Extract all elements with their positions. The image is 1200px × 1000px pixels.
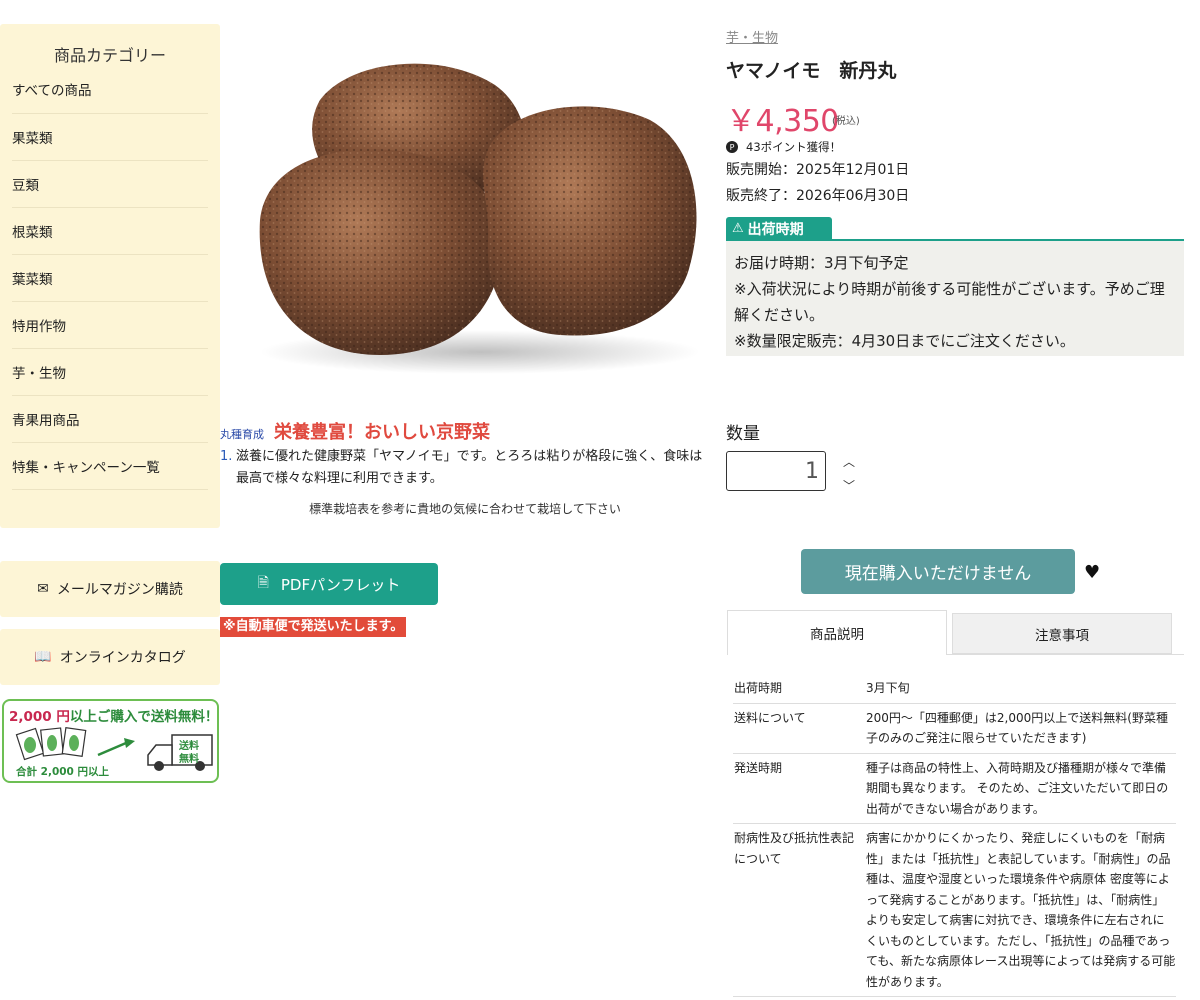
points-info: P 43ポイント獲得！ bbox=[726, 139, 841, 155]
category-item-all[interactable]: すべての商品 bbox=[12, 64, 208, 114]
tab-notes[interactable]: 注意事項 bbox=[952, 613, 1172, 654]
chevron-down-icon[interactable]: ﹀ bbox=[840, 479, 858, 493]
free-shipping-total-label: 合計 2,000 円以上 bbox=[16, 766, 110, 778]
product-title: ヤマノイモ 新丹丸 bbox=[726, 60, 897, 82]
spec-row: 出荷時期 3月下旬 bbox=[733, 674, 1176, 704]
feature-list: 1. 滋養に優れた健康野菜「ヤマノイモ」です。とろろは粘りが格段に強く、食味は最… bbox=[220, 446, 710, 490]
category-item-leaf-vegetables[interactable]: 葉菜類 bbox=[12, 255, 208, 302]
chevron-up-icon[interactable]: ︿ bbox=[840, 455, 858, 469]
shipping-line-delivery: お届け時期：3月下旬予定 bbox=[734, 254, 909, 272]
category-panel: 商品カテゴリー すべての商品 果菜類 豆類 根菜類 葉菜類 特用作物 芋・生物 … bbox=[0, 24, 220, 528]
spec-row: 送料について 200円〜「四種郵便」は2,000円以上で送料無料(野菜種子のみの… bbox=[733, 703, 1176, 754]
shipping-line-limited: ※数量限定販売：4月30日までにご注文ください。 bbox=[734, 332, 1075, 350]
pdf-pamphlet-label: PDFパンフレット bbox=[280, 575, 401, 594]
variety-label: 丸種育成 bbox=[220, 428, 264, 441]
online-catalog-label: オンラインカタログ bbox=[59, 650, 186, 666]
shipping-period-box: お届け時期：3月下旬予定 ※入荷状況により時期が前後する可能性がございます。予め… bbox=[726, 239, 1184, 356]
spec-value: 3月下旬 bbox=[865, 674, 1176, 704]
pdf-file-icon: 🗎 bbox=[257, 575, 269, 591]
spec-table: 出荷時期 3月下旬 送料について 200円〜「四種郵便」は2,000円以上で送料… bbox=[733, 674, 1176, 997]
category-item-fruit-vegetables[interactable]: 果菜類 bbox=[12, 114, 208, 161]
free-shipping-banner[interactable]: 2,000 円以上ご購入で送料無料！ 送料 無料 合計 2,000 円以上 bbox=[2, 699, 219, 783]
spec-value: 200円〜「四種郵便」は2,000円以上で送料無料(野菜種子のみのご発注に限らせ… bbox=[865, 703, 1176, 754]
warning-icon: ⚠ bbox=[732, 221, 744, 236]
points-icon: P bbox=[726, 141, 738, 153]
tabs-divider bbox=[947, 654, 1184, 655]
quantity-input[interactable] bbox=[726, 451, 826, 491]
category-item-root-vegetables[interactable]: 根菜類 bbox=[12, 208, 208, 255]
category-title: 商品カテゴリー bbox=[53, 46, 166, 65]
category-item-produce[interactable]: 青果用商品 bbox=[12, 396, 208, 443]
cultivation-note: 標準栽培表を参考に貴地の気候に合わせて栽培して下さい bbox=[309, 502, 621, 516]
feature-item-text: 滋養に優れた健康野菜「ヤマノイモ」です。とろろは粘りが格段に強く、食味は最高で様… bbox=[236, 449, 703, 486]
product-headline: 栄養豊富！おいしい京野菜 bbox=[274, 422, 490, 443]
feature-item: 1. 滋養に優れた健康野菜「ヤマノイモ」です。とろろは粘りが格段に強く、食味は最… bbox=[220, 446, 710, 490]
spec-key: 発送時期 bbox=[733, 753, 865, 824]
spec-key: 送料について bbox=[733, 703, 865, 754]
envelope-icon: ✉ bbox=[37, 581, 49, 597]
spec-value: 種子は商品の特性上、入荷時期及び播種期が様々で準備期間も異なります。 そのため、… bbox=[865, 753, 1176, 824]
category-item-beans[interactable]: 豆類 bbox=[12, 161, 208, 208]
spec-key: 耐病性及び抵抗性表記について bbox=[733, 823, 865, 997]
truck-label-line-2: 無料 bbox=[179, 754, 199, 765]
product-image bbox=[259, 63, 700, 374]
shipping-period-label: 出荷時期 bbox=[747, 221, 804, 238]
shipping-line-variation: ※入荷状況により時期が前後する可能性がございます。予めご理解ください。 bbox=[734, 280, 1165, 324]
category-item-campaigns[interactable]: 特集・キャンペーン一覧 bbox=[12, 443, 208, 490]
sale-start-date: 販売開始：2025年12月01日 bbox=[726, 162, 910, 178]
spec-key: 出荷時期 bbox=[733, 674, 865, 704]
mail-magazine-label: メールマガジン購読 bbox=[56, 582, 183, 598]
spec-row: 発送時期 種子は商品の特性上、入荷時期及び播種期が様々で準備期間も異なります。 … bbox=[733, 753, 1176, 824]
pdf-pamphlet-button[interactable]: 🗎 PDFパンフレット bbox=[220, 563, 438, 605]
points-text: 43ポイント獲得！ bbox=[746, 140, 842, 154]
mail-magazine-button[interactable]: ✉ メールマガジン購読 bbox=[0, 561, 220, 617]
purchase-unavailable-button[interactable]: 現在購入いただけません bbox=[801, 549, 1075, 594]
shipping-method-note: ※自動車便で発送いたします。 bbox=[220, 617, 407, 637]
quantity-label: 数量 bbox=[726, 424, 760, 444]
category-list: すべての商品 果菜類 豆類 根菜類 葉菜類 特用作物 芋・生物 青果用商品 特集… bbox=[12, 64, 208, 490]
sale-end-date: 販売終了：2026年06月30日 bbox=[726, 188, 910, 204]
product-price: ￥4,350 bbox=[726, 104, 839, 139]
feature-item-number: 1. bbox=[220, 449, 233, 464]
category-item-tubers[interactable]: 芋・生物 bbox=[12, 349, 208, 396]
spec-row: 耐病性及び抵抗性表記について 病害にかかりにくかったり、発症しにくいものを「耐病… bbox=[733, 823, 1176, 997]
breadcrumb-category-link[interactable]: 芋・生物 bbox=[726, 27, 778, 46]
book-icon: 📖 bbox=[34, 649, 52, 665]
category-item-special-crops[interactable]: 特用作物 bbox=[12, 302, 208, 349]
tab-description[interactable]: 商品説明 bbox=[727, 610, 947, 655]
spec-value: 病害にかかりにくかったり、発症しにくいものを「耐病性」または「抵抗性」と表記して… bbox=[865, 823, 1176, 997]
heart-icon[interactable]: ♥ bbox=[1084, 562, 1100, 583]
shipping-period-header: ⚠ 出荷時期 bbox=[726, 217, 832, 240]
online-catalog-button[interactable]: 📖 オンラインカタログ bbox=[0, 629, 220, 685]
tax-included-note: (税込) bbox=[832, 116, 860, 127]
